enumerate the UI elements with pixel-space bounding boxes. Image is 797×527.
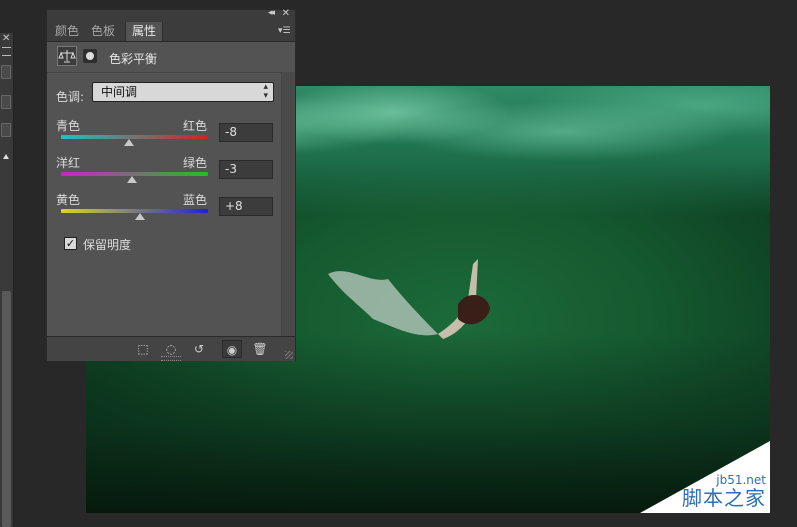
mask-icon[interactable] xyxy=(83,49,97,63)
reset-icon[interactable]: ↺ xyxy=(189,340,209,358)
resize-grip[interactable] xyxy=(161,356,181,361)
collapse-icon[interactable]: ◂◂ xyxy=(268,8,275,18)
scrollbar[interactable] xyxy=(2,291,11,527)
tool-button[interactable] xyxy=(1,65,11,79)
panel-footer: ⬚ ◌ ↺ ◉ 🗑 xyxy=(47,336,295,361)
slider-right-label: 蓝色 xyxy=(183,193,208,207)
slider-cyan-red: 青色 红色 -8 xyxy=(56,117,286,151)
resize-handle[interactable] xyxy=(285,351,293,359)
menu-icon[interactable] xyxy=(2,47,11,56)
tool-button[interactable] xyxy=(1,95,11,109)
slider-yellow-blue: 黄色 蓝色 +8 xyxy=(56,191,286,225)
eye-icon[interactable]: ◉ xyxy=(222,340,242,358)
close-icon[interactable]: ✕ xyxy=(2,33,10,44)
slider-magenta-green: 洋红 绿色 -3 xyxy=(56,154,286,188)
panel-tabs: 颜色 色板 属性 ▾☰ xyxy=(47,22,295,42)
adjustment-title: 色彩平衡 xyxy=(109,52,158,66)
slider-track[interactable] xyxy=(61,135,208,139)
underwater-figure xyxy=(328,259,490,339)
clip-to-layer-icon[interactable]: ⬚ xyxy=(133,340,153,358)
tab-color[interactable]: 颜色 xyxy=(49,22,85,41)
slider-right-label: 绿色 xyxy=(183,156,208,170)
tone-select-value: 中间调 xyxy=(101,85,138,99)
slider-value-input[interactable]: +8 xyxy=(219,197,273,216)
slider-thumb[interactable] xyxy=(123,139,134,146)
slider-left-label: 洋红 xyxy=(56,156,81,170)
adjustment-header: 色彩平衡 xyxy=(47,42,283,73)
slider-left-label: 青色 xyxy=(56,119,81,133)
panel-titlebar[interactable]: ◂◂ ✕ xyxy=(47,8,295,22)
left-tool-strip: ✕ xyxy=(0,33,14,527)
tool-button[interactable] xyxy=(1,123,11,137)
expand-arrow-icon[interactable] xyxy=(3,154,9,159)
balance-icon[interactable] xyxy=(57,46,77,66)
slider-left-label: 黄色 xyxy=(56,193,81,207)
preserve-luminosity-checkbox[interactable]: ✓ xyxy=(64,237,77,250)
trash-icon[interactable]: 🗑 xyxy=(250,340,270,358)
panel-menu-icon[interactable]: ▾☰ xyxy=(278,26,291,36)
slider-thumb[interactable] xyxy=(135,213,146,220)
slider-value-input[interactable]: -3 xyxy=(219,160,273,179)
slider-value-input[interactable]: -8 xyxy=(219,123,273,142)
tone-label: 色调: xyxy=(56,90,85,104)
slider-thumb[interactable] xyxy=(127,176,138,183)
tab-swatches[interactable]: 色板 xyxy=(85,22,121,41)
tab-properties[interactable]: 属性 xyxy=(125,22,164,41)
slider-right-label: 红色 xyxy=(183,119,208,133)
watermark-brand: 脚本之家 xyxy=(682,486,766,510)
preserve-luminosity-label: 保留明度 xyxy=(83,238,132,252)
updown-arrows-icon: ▴ ▾ xyxy=(263,82,268,101)
tone-select[interactable]: 中间调 ▴ ▾ xyxy=(92,82,274,102)
properties-panel: ◂◂ ✕ 颜色 色板 属性 ▾☰ 色彩平衡 色调: 中间调 ▴▾ 青色 红色 xyxy=(46,8,296,361)
close-icon[interactable]: ✕ xyxy=(282,8,290,19)
